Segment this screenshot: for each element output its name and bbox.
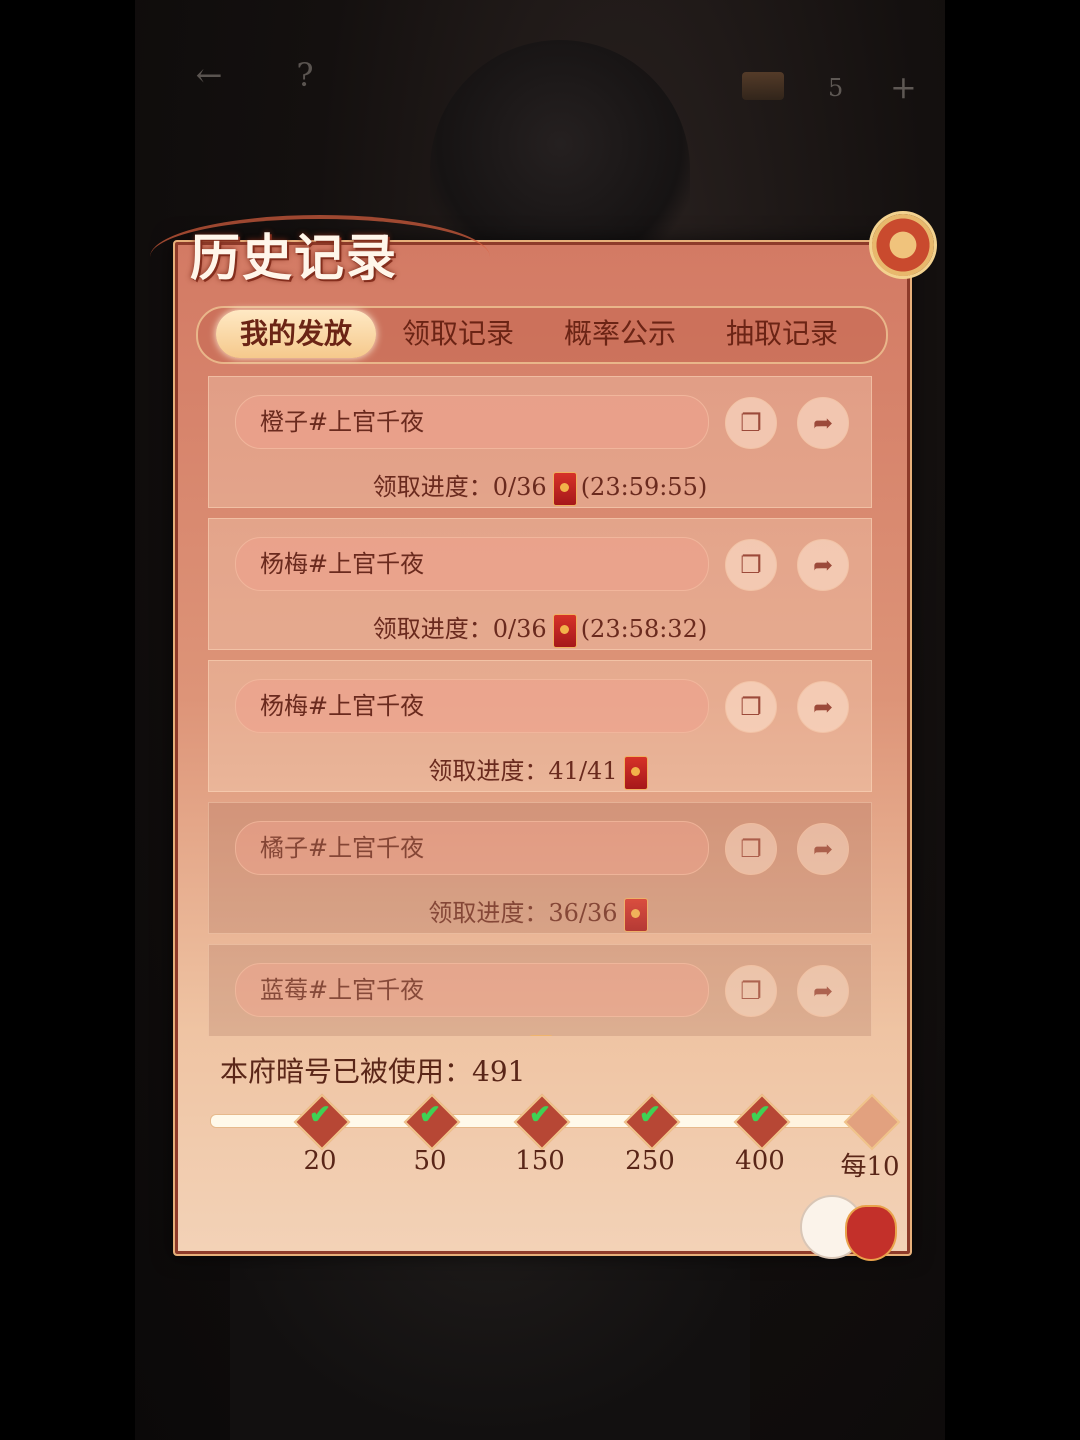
red-envelope-icon [623,755,648,790]
share-icon[interactable]: ➦ [797,823,849,875]
record-name-box: 橘子#上官千夜 [235,821,709,875]
record-name: 杨梅#上官千夜 [260,692,425,720]
record-card: 橘子#上官千夜 ❐ ➦ 领取进度：36/36 [208,802,872,934]
tab-draw-records[interactable]: 抽取记录 [702,310,862,358]
record-name-box: 橙子#上官千夜 [235,395,709,449]
back-arrow-icon[interactable]: ← [180,50,238,100]
record-name-box: 杨梅#上官千夜 [235,537,709,591]
share-icon[interactable]: ➦ [797,965,849,1017]
milestone-label: 20 [303,1146,337,1176]
copy-icon[interactable]: ❐ [725,823,777,875]
check-icon: ✔ [639,1100,661,1130]
copy-icon[interactable]: ❐ [725,965,777,1017]
red-envelope-icon [552,471,577,506]
code-usage-count: 本府暗号已被使用：491 [220,1055,526,1088]
record-card: 蓝莓#上官千夜 ❐ ➦ [208,944,872,1036]
red-envelope-icon [552,613,577,648]
red-envelope-icon [623,897,648,932]
close-medal-icon[interactable] [872,214,934,276]
progress-label: 领取进度： [428,757,549,785]
record-card: 杨梅#上官千夜 ❐ ➦ 领取进度：0/36 (23:58:32) [208,518,872,650]
record-progress [209,1035,871,1036]
share-icon[interactable]: ➦ [797,681,849,733]
tab-my-distribution[interactable]: 我的发放 [216,310,376,358]
tab-claim-records[interactable]: 领取记录 [378,310,538,358]
progress-label: 领取进度： [372,615,493,643]
check-icon: ✔ [749,1100,771,1130]
progress-value: 0/36 [492,615,547,643]
countdown-timer: (23:59:55) [580,473,708,501]
record-name: 橙子#上官千夜 [260,408,425,436]
milestone-label: 150 [515,1146,565,1176]
progress-label: 领取进度： [428,899,549,927]
copy-icon[interactable]: ❐ [725,397,777,449]
check-icon: ✔ [529,1100,551,1130]
currency-count: 5 [828,74,844,102]
tab-bar: 我的发放 领取记录 概率公示 抽取记录 [196,306,888,364]
record-progress: 领取进度：36/36 [209,893,871,932]
progress-value: 0/36 [492,473,547,501]
record-name-box: 蓝莓#上官千夜 [235,963,709,1017]
tab-probability[interactable]: 概率公示 [540,310,700,358]
copy-icon[interactable]: ❐ [725,681,777,733]
milestone-label: 每10 [840,1152,900,1182]
share-icon[interactable]: ➦ [797,539,849,591]
background-robe [230,1240,750,1440]
countdown-timer: (23:58:32) [580,615,708,643]
add-currency-button[interactable]: + [890,68,917,106]
record-card: 橙子#上官千夜 ❐ ➦ 领取进度：0/36 (23:59:55) [208,376,872,508]
record-name: 蓝莓#上官千夜 [260,976,425,1004]
check-icon: ✔ [419,1100,441,1130]
share-icon[interactable]: ➦ [797,397,849,449]
copy-icon[interactable]: ❐ [725,539,777,591]
record-card: 杨梅#上官千夜 ❐ ➦ 领取进度：41/41 [208,660,872,792]
check-icon: ✔ [309,1100,331,1130]
record-list[interactable]: 橙子#上官千夜 ❐ ➦ 领取进度：0/36 (23:59:55) 杨梅#上官千夜 … [208,376,872,1036]
record-progress: 领取进度：0/36 (23:59:55) [209,467,871,506]
milestone-label: 400 [735,1146,785,1176]
milestone-label: 50 [413,1146,447,1176]
progress-value: 41/41 [548,757,618,785]
record-name-box: 杨梅#上官千夜 [235,679,709,733]
red-envelope-icon [529,1035,553,1036]
record-progress: 领取进度：41/41 [209,751,871,790]
help-question-icon[interactable]: ? [276,50,334,100]
milestone-label: 250 [625,1146,675,1176]
record-name: 橘子#上官千夜 [260,834,425,862]
panel-title: 历史记录 [190,228,398,287]
record-progress: 领取进度：0/36 (23:58:32) [209,609,871,648]
progress-value: 36/36 [548,899,618,927]
currency-item-icon [742,72,784,100]
lucky-bag-icon [845,1205,897,1261]
progress-label: 领取进度： [372,473,493,501]
record-name: 杨梅#上官千夜 [260,550,425,578]
